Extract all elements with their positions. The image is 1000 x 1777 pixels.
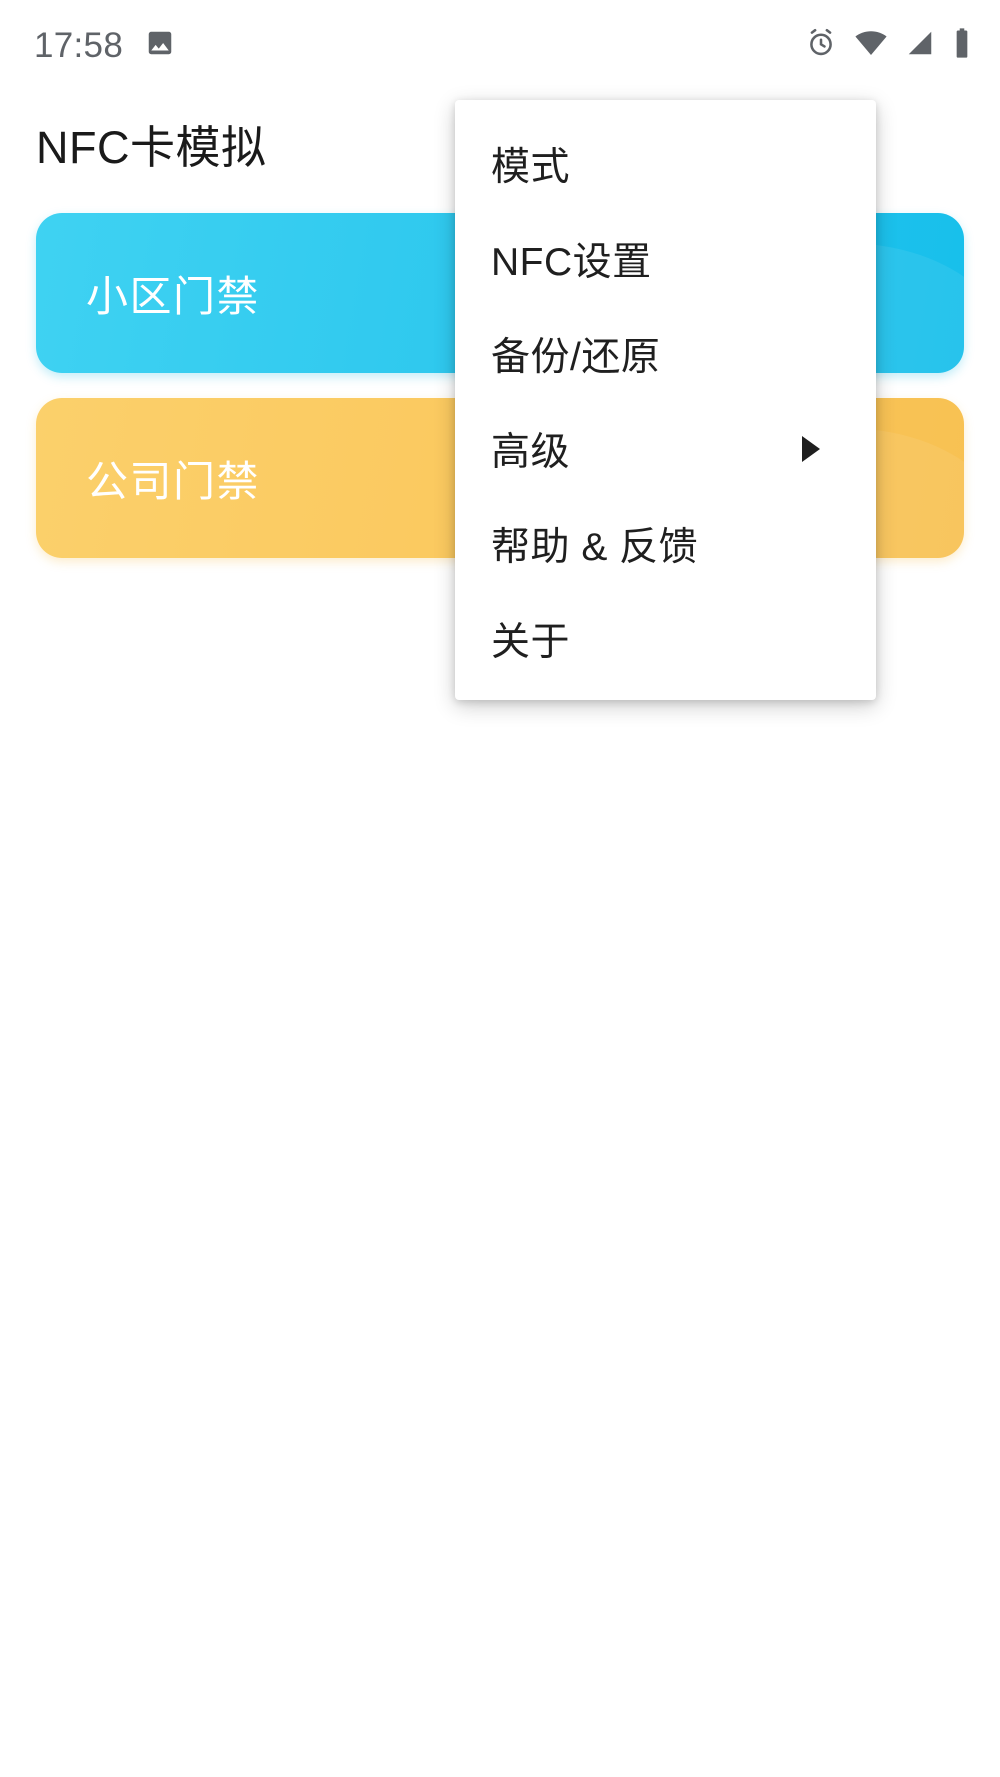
wifi-icon	[854, 28, 888, 63]
status-bar-left: 17:58	[34, 28, 175, 63]
menu-item-label: 帮助 & 反馈	[491, 525, 699, 569]
menu-item-label: 模式	[491, 145, 571, 189]
menu-item-label: NFC设置	[491, 240, 652, 284]
status-bar-right	[805, 27, 972, 64]
status-bar: 17:58	[0, 0, 1000, 90]
overflow-popup-menu: 模式 NFC设置 备份/还原 高级 帮助 & 反馈 关于	[455, 100, 876, 700]
menu-item-nfc-settings[interactable]: NFC设置	[455, 211, 876, 306]
menu-item-label: 高级	[491, 430, 571, 474]
menu-item-label: 关于	[491, 620, 571, 664]
app-screen: 17:58 NFC卡模拟 小区门禁 公司门禁 模式 NFC设置 备份/还原 高级…	[0, 0, 1000, 1777]
nfc-card-label: 小区门禁	[86, 272, 261, 320]
menu-item-mode[interactable]: 模式	[455, 116, 876, 211]
cellular-signal-icon	[905, 28, 935, 63]
menu-item-about[interactable]: 关于	[455, 591, 876, 686]
chevron-right-icon	[802, 435, 820, 462]
image-gallery-icon	[145, 28, 175, 63]
page-title: NFC卡模拟	[36, 122, 267, 173]
menu-item-label: 备份/还原	[491, 335, 661, 379]
battery-icon	[952, 27, 972, 64]
alarm-clock-icon	[805, 27, 837, 64]
menu-item-advanced[interactable]: 高级	[455, 401, 876, 496]
menu-item-help-feedback[interactable]: 帮助 & 反馈	[455, 496, 876, 591]
menu-item-backup-restore[interactable]: 备份/还原	[455, 306, 876, 401]
nfc-card-label: 公司门禁	[86, 457, 261, 505]
status-clock: 17:58	[34, 25, 124, 65]
